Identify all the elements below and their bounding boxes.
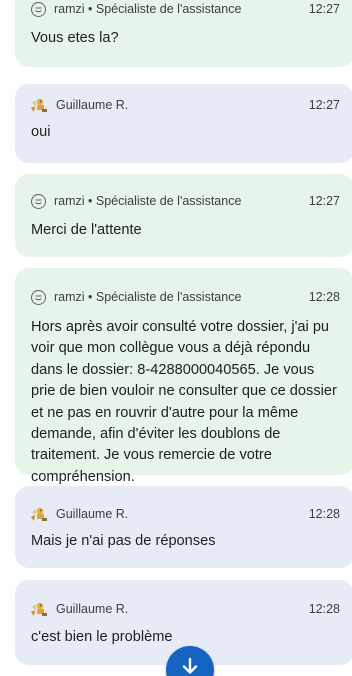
agent-message: ramzi • Spécialiste de l'assistance 12:2… (15, 0, 352, 67)
message-header: ramzi • Spécialiste de l'assistance 12:2… (31, 287, 340, 307)
agent-avatar-icon (31, 193, 46, 209)
sender-name: ramzi • Spécialiste de l'assistance (54, 2, 242, 16)
message-header: ramzi • Spécialiste de l'assistance 12:2… (31, 191, 340, 211)
user-avatar-icon (31, 98, 47, 112)
agent-avatar-icon (31, 1, 46, 17)
message-header: Guillaume R. 12:27 (31, 95, 340, 115)
message-header: Guillaume R. 12:28 (31, 599, 340, 619)
sender-name: Guillaume R. (56, 98, 129, 112)
message-time: 12:27 (308, 194, 340, 208)
sender-name: ramzi • Spécialiste de l'assistance (54, 194, 242, 208)
agent-message: ramzi • Spécialiste de l'assistance 12:2… (15, 268, 352, 485)
agent-message: ramzi • Spécialiste de l'assistance 12:2… (15, 174, 352, 257)
message-text: Vous etes la? (31, 30, 119, 46)
user-avatar-icon (31, 602, 47, 616)
message-header: Guillaume R. 12:28 (31, 504, 340, 524)
message-time: 12:28 (308, 290, 340, 304)
message-text: oui (31, 124, 51, 140)
agent-avatar-icon (31, 289, 46, 305)
sender-name: ramzi • Spécialiste de l'assistance (54, 290, 242, 304)
sender-name: Guillaume R. (56, 507, 129, 521)
user-message: Guillaume R. 12:27 oui (15, 84, 352, 163)
message-time: 12:28 (308, 602, 340, 616)
message-text: Hors après avoir consulté votre dossier,… (31, 319, 337, 485)
message-time: 12:27 (308, 2, 340, 16)
message-header: ramzi • Spécialiste de l'assistance 12:2… (31, 0, 340, 19)
user-message: Guillaume R. 12:28 Mais je n'ai pas de r… (15, 486, 352, 568)
user-avatar-icon (31, 507, 47, 521)
message-time: 12:27 (308, 98, 340, 112)
message-time: 12:28 (308, 507, 340, 521)
message-text: Mais je n'ai pas de réponses (31, 533, 216, 549)
message-text: Merci de l'attente (31, 222, 142, 238)
arrow-down-icon (182, 657, 198, 674)
chat-feed[interactable]: ramzi • Spécialiste de l'assistance 12:2… (0, 0, 352, 676)
sender-name: Guillaume R. (56, 602, 129, 616)
